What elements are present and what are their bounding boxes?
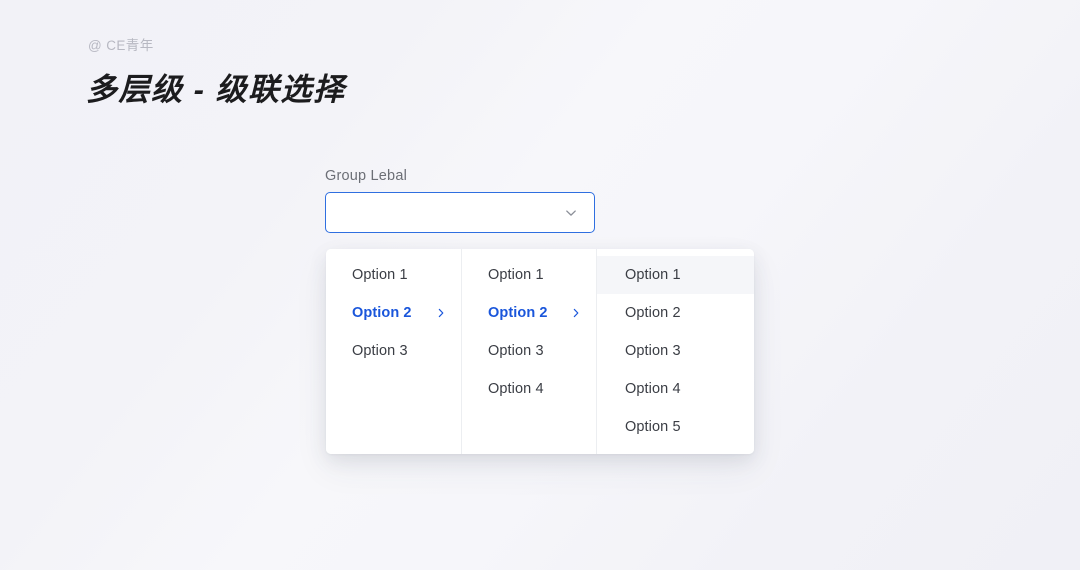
cascader-option[interactable]: Option 2 bbox=[326, 294, 461, 332]
cascader-option-label: Option 2 bbox=[625, 305, 681, 321]
chevron-right-icon bbox=[570, 307, 582, 319]
cascader-option-label: Option 4 bbox=[488, 381, 544, 397]
cascader-option-label: Option 1 bbox=[352, 267, 408, 283]
cascader-option-label: Option 4 bbox=[625, 381, 681, 397]
cascader-option[interactable]: Option 2 bbox=[597, 294, 754, 332]
chevron-right-icon bbox=[435, 307, 447, 319]
cascader-option[interactable]: Option 1 bbox=[462, 256, 596, 294]
cascader-column-1: Option 1 Option 2 Option 3 bbox=[326, 249, 461, 454]
cascader-option[interactable]: Option 1 bbox=[597, 256, 754, 294]
app-canvas: @ CE青年 多层级 - 级联选择 Group Lebal Option 1 Op… bbox=[0, 0, 1080, 570]
cascader-option-label: Option 3 bbox=[352, 343, 408, 359]
cascader-option-label: Option 3 bbox=[488, 343, 544, 359]
cascader-option[interactable]: Option 3 bbox=[597, 332, 754, 370]
cascader-option[interactable]: Option 5 bbox=[597, 408, 754, 446]
cascader-option[interactable]: Option 3 bbox=[462, 332, 596, 370]
cascader-option-label: Option 2 bbox=[352, 305, 412, 321]
cascader-option[interactable]: Option 4 bbox=[462, 370, 596, 408]
cascader-option[interactable]: Option 2 bbox=[462, 294, 596, 332]
cascader-option[interactable]: Option 4 bbox=[597, 370, 754, 408]
group-select-input[interactable] bbox=[325, 192, 595, 233]
cascader-option[interactable]: Option 1 bbox=[326, 256, 461, 294]
watermark-credit: @ CE青年 bbox=[88, 38, 154, 53]
cascader-option-label: Option 2 bbox=[488, 305, 548, 321]
cascader-column-2: Option 1 Option 2 Option 3 Option 4 bbox=[461, 249, 596, 454]
cascader-column-3: Option 1 Option 2 Option 3 Option 4 Option 5 bbox=[596, 249, 754, 454]
chevron-down-icon bbox=[564, 206, 578, 220]
group-field: Group Lebal bbox=[325, 168, 595, 233]
cascader-option[interactable]: Option 3 bbox=[326, 332, 461, 370]
cascader-option-label: Option 3 bbox=[625, 343, 681, 359]
cascader-option-label: Option 5 bbox=[625, 419, 681, 435]
cascader-option-label: Option 1 bbox=[488, 267, 544, 283]
page-title: 多层级 - 级联选择 bbox=[86, 72, 346, 107]
cascader-option-label: Option 1 bbox=[625, 267, 681, 283]
cascader-dropdown-panel[interactable]: Option 1 Option 2 Option 3 Option 1 Option 2… bbox=[326, 249, 754, 454]
group-field-label: Group Lebal bbox=[325, 168, 408, 184]
